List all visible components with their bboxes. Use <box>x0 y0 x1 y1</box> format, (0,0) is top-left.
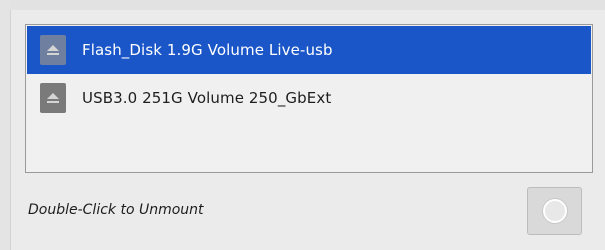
unmount-button[interactable] <box>527 187 582 235</box>
device-row-flash-disk[interactable]: Flash_Disk 1.9G Volume Live-usb <box>27 26 591 74</box>
eject-icon <box>40 35 66 65</box>
device-row-usb3[interactable]: USB3.0 251G Volume 250_GbExt <box>27 74 591 122</box>
eject-icon <box>40 83 66 113</box>
window-edge-left <box>0 0 11 250</box>
circle-icon <box>542 199 567 223</box>
unmount-hint: Double-Click to Unmount <box>28 202 204 218</box>
window-edge-top <box>10 0 605 10</box>
device-label: Flash_Disk 1.9G Volume Live-usb <box>82 41 333 59</box>
device-list[interactable]: Flash_Disk 1.9G Volume Live-usb USB3.0 2… <box>25 24 593 173</box>
device-label: USB3.0 251G Volume 250_GbExt <box>82 89 332 107</box>
unmount-dialog: Flash_Disk 1.9G Volume Live-usb USB3.0 2… <box>0 0 605 250</box>
